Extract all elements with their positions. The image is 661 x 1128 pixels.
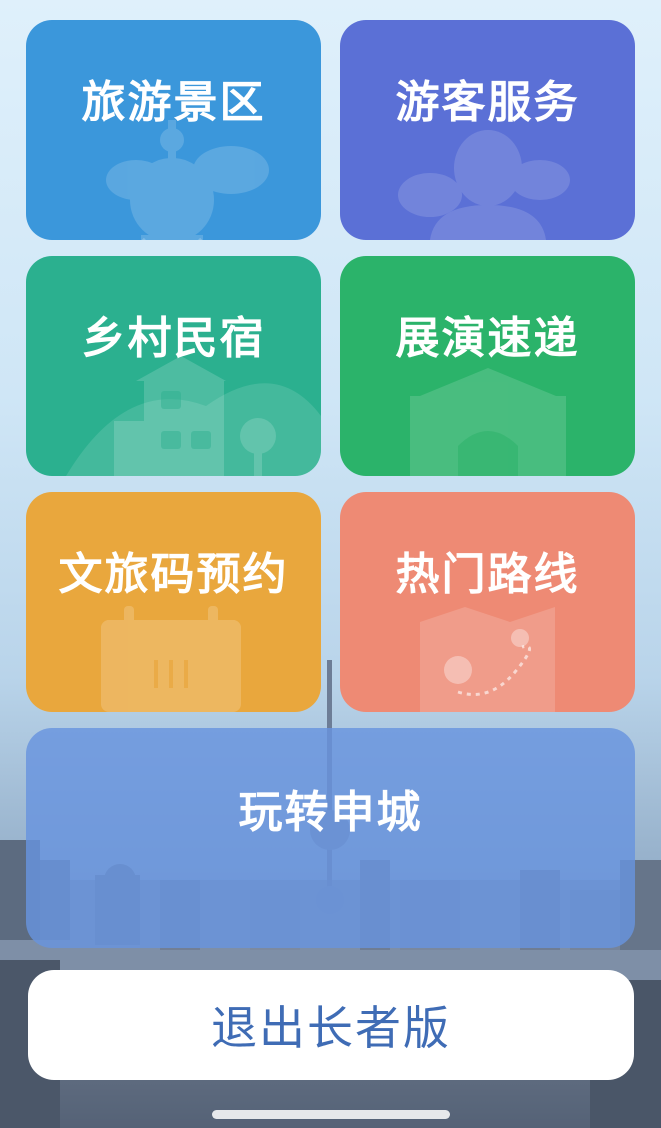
tile-visitor-services[interactable]: 游客服务 xyxy=(340,20,635,240)
gate-icon xyxy=(410,368,566,476)
tile-scenic-spots[interactable]: 旅游景区 xyxy=(26,20,321,240)
tile-culture-tourism-code-booking[interactable]: 文旅码预约 xyxy=(26,492,321,712)
tile-label: 乡村民宿 xyxy=(81,313,266,364)
map-route-icon xyxy=(420,607,555,712)
tile-label: 游客服务 xyxy=(395,77,580,128)
person-icon xyxy=(398,130,570,240)
exit-elder-mode-label: 退出长者版 xyxy=(211,1001,451,1055)
calendar-icon xyxy=(101,606,241,712)
house-icon xyxy=(66,356,321,476)
home-indicator[interactable] xyxy=(212,1110,450,1119)
tile-explore-shanghai[interactable]: 玩转申城 xyxy=(26,728,635,948)
tile-label: 展演速递 xyxy=(395,313,580,364)
tile-label: 玩转申城 xyxy=(238,787,423,838)
tv-tower-icon xyxy=(106,120,269,240)
tile-label: 文旅码预约 xyxy=(58,549,289,600)
tile-rural-homestay[interactable]: 乡村民宿 xyxy=(26,256,321,476)
tile-label: 旅游景区 xyxy=(81,77,266,128)
tile-popular-routes[interactable]: 热门路线 xyxy=(340,492,635,712)
tile-performance-express[interactable]: 展演速递 xyxy=(340,256,635,476)
exit-elder-mode-button[interactable]: 退出长者版 xyxy=(28,970,634,1080)
tile-label: 热门路线 xyxy=(395,549,580,600)
